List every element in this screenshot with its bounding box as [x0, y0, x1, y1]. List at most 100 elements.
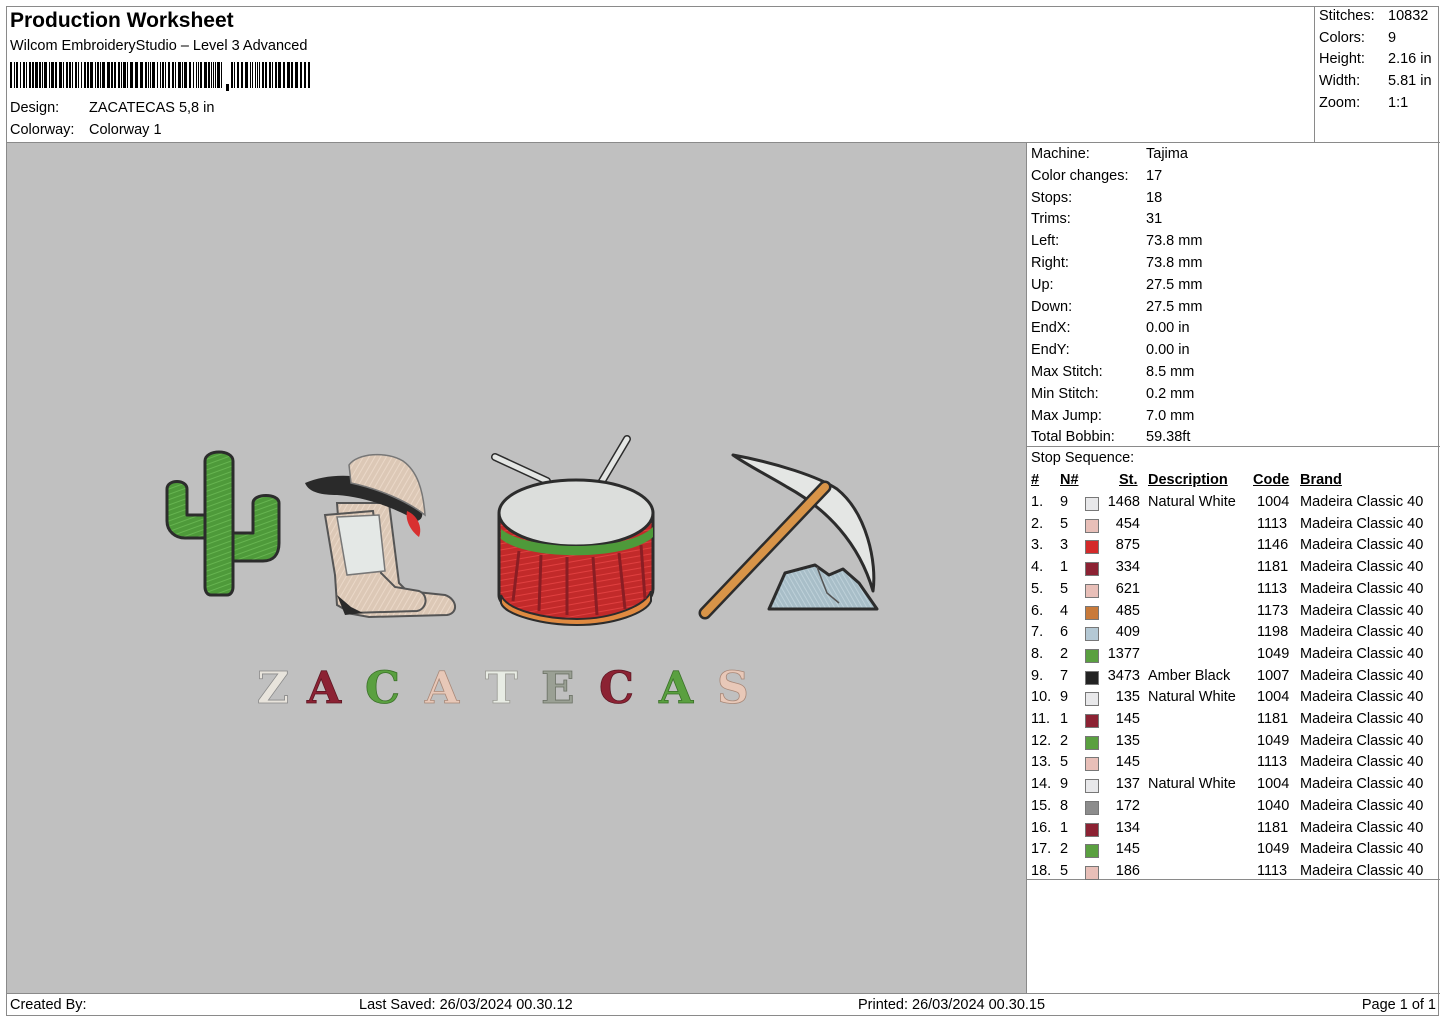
- stop-stitches: 145: [1115, 711, 1140, 727]
- info-row: Right: 73.8 mm: [1031, 255, 1202, 277]
- page-number: Page 1 of 1: [1361, 997, 1436, 1013]
- stop-needle: 9: [1060, 689, 1069, 706]
- stop-code: 1004: [1257, 494, 1290, 510]
- color-swatch: [1085, 757, 1099, 772]
- stop-needle: 1: [1060, 711, 1069, 727]
- info-value: 31: [1146, 211, 1163, 228]
- stop-stitches: 409: [1115, 624, 1140, 641]
- info-row: EndX: 0.00 in: [1031, 320, 1190, 342]
- col-header-stitches: St.: [1119, 472, 1138, 488]
- stop-row: 2. 5 454 1113 Madeira Classic 40: [1027, 516, 1440, 538]
- stop-row: 17. 2 145 1049 Madeira Classic 40: [1027, 841, 1440, 863]
- stitches-label: Stitches:: [1319, 8, 1375, 24]
- info-row: Trims: 31: [1031, 211, 1162, 233]
- stop-stitches: 485: [1115, 602, 1140, 619]
- software-name: Wilcom EmbroideryStudio – Level 3 Advanc…: [10, 38, 308, 54]
- stop-row: 1. 9 1468 Natural White 1004 Madeira Classic …: [1027, 494, 1440, 516]
- drum-icon: [491, 435, 655, 627]
- color-swatch: [1085, 497, 1099, 511]
- info-label: Total Bobbin:: [1031, 429, 1115, 446]
- color-swatch: [1085, 648, 1099, 663]
- colorway-label: Colorway:: [10, 122, 75, 138]
- color-swatch: [1085, 735, 1099, 750]
- stop-code: 1040: [1257, 797, 1290, 814]
- stop-number: 10.: [1031, 689, 1052, 706]
- color-swatch: [1085, 844, 1099, 859]
- stitches-value: 10832: [1388, 8, 1429, 24]
- info-value: Tajima: [1146, 146, 1188, 162]
- stop-number: 14.: [1031, 776, 1052, 793]
- machine-info-panel: Machine: Tajima Color changes: 17 Stops: 18 Tr…: [1027, 143, 1440, 447]
- stop-code: 1146: [1257, 537, 1289, 554]
- stop-stitches: 145: [1115, 754, 1140, 771]
- color-swatch: [1085, 822, 1099, 837]
- zoom-row: Zoom: 1:1: [1319, 95, 1408, 117]
- info-row: Left: 73.8 mm: [1031, 233, 1202, 255]
- stop-brand: Madeira Classic 40: [1300, 494, 1424, 510]
- worksheet-header: Production Worksheet Wilcom EmbroiderySt…: [7, 7, 1314, 143]
- stop-needle: 5: [1060, 754, 1069, 771]
- stop-needle: 4: [1060, 602, 1069, 619]
- stop-row: 10. 9 135 Natural White 1004 Madeira Classic …: [1027, 689, 1440, 711]
- cactus-icon: [165, 450, 281, 597]
- stop-description: Natural White: [1148, 776, 1236, 793]
- stop-description: Natural White: [1148, 494, 1236, 510]
- stop-stitches: 145: [1115, 841, 1140, 858]
- info-label: EndX:: [1031, 320, 1071, 337]
- info-label: Max Jump:: [1031, 407, 1102, 424]
- col-header-code: Code: [1253, 472, 1290, 488]
- stop-row: 14. 9 137 Natural White 1004 Madeira Classic …: [1027, 776, 1440, 798]
- stop-number: 5.: [1031, 580, 1044, 597]
- color-swatch: [1085, 562, 1099, 577]
- stop-row: 11. 1 145 1181 Madeira Classic 40: [1027, 711, 1440, 733]
- info-row: EndY: 0.00 in: [1031, 342, 1190, 364]
- stop-brand: Madeira Classic 40: [1300, 580, 1424, 597]
- stop-row: 5. 5 621 1113 Madeira Classic 40: [1027, 581, 1440, 603]
- stop-code: 1198: [1257, 624, 1289, 641]
- barcode-icon: [10, 62, 310, 91]
- info-value: 0.2 mm: [1146, 385, 1195, 402]
- stop-brand: Madeira Classic 40: [1300, 667, 1424, 684]
- stop-number: 12.: [1031, 732, 1052, 749]
- stop-code: 1049: [1257, 841, 1290, 858]
- stop-code: 1113: [1257, 754, 1288, 771]
- width-label: Width:: [1319, 73, 1361, 89]
- stop-number: 9.: [1031, 667, 1044, 684]
- stop-brand: Madeira Classic 40: [1300, 559, 1424, 576]
- letter-e: E: [541, 663, 575, 714]
- stop-row: 8. 2 1377 1049 Madeira Classic 40: [1027, 646, 1440, 668]
- stop-description: Natural White: [1148, 689, 1236, 706]
- letter-s: S: [717, 663, 749, 714]
- info-label: Down:: [1031, 298, 1073, 315]
- info-value: 27.5 mm: [1146, 298, 1203, 315]
- stop-brand: Madeira Classic 40: [1300, 537, 1424, 554]
- stop-row: 4. 1 334 1181 Madeira Classic 40: [1027, 559, 1440, 581]
- stop-needle: 8: [1060, 797, 1069, 814]
- letter-c: C: [599, 663, 634, 714]
- info-value: 59.38ft: [1146, 429, 1191, 446]
- col-header-needle: N#: [1060, 472, 1079, 488]
- info-label: Left:: [1031, 233, 1060, 250]
- design-canvas: Z A C A T E C A S: [7, 143, 1027, 993]
- color-swatch: [1085, 583, 1099, 598]
- stop-needle: 5: [1060, 580, 1069, 597]
- color-swatch: [1085, 865, 1099, 880]
- width-row: Width: 5.81 in: [1319, 73, 1432, 95]
- stop-needle: 7: [1060, 667, 1069, 684]
- stop-code: 1113: [1257, 862, 1288, 879]
- stop-number: 3.: [1031, 537, 1044, 554]
- stop-code: 1049: [1257, 732, 1290, 749]
- info-label: EndY:: [1031, 342, 1070, 359]
- stop-stitches: 454: [1115, 515, 1140, 532]
- zoom-label: Zoom:: [1319, 95, 1361, 111]
- stop-stitches: 135: [1115, 732, 1140, 749]
- stop-number: 17.: [1031, 841, 1052, 858]
- stop-needle: 6: [1060, 624, 1069, 641]
- stop-code: 1113: [1257, 515, 1288, 532]
- stop-code: 1049: [1257, 645, 1290, 662]
- info-row: Down: 27.5 mm: [1031, 299, 1202, 321]
- colors-row: Colors: 9: [1319, 30, 1396, 52]
- zoom-value: 1:1: [1388, 95, 1409, 111]
- stop-brand: Madeira Classic 40: [1300, 515, 1424, 532]
- stop-code: 1181: [1257, 559, 1289, 576]
